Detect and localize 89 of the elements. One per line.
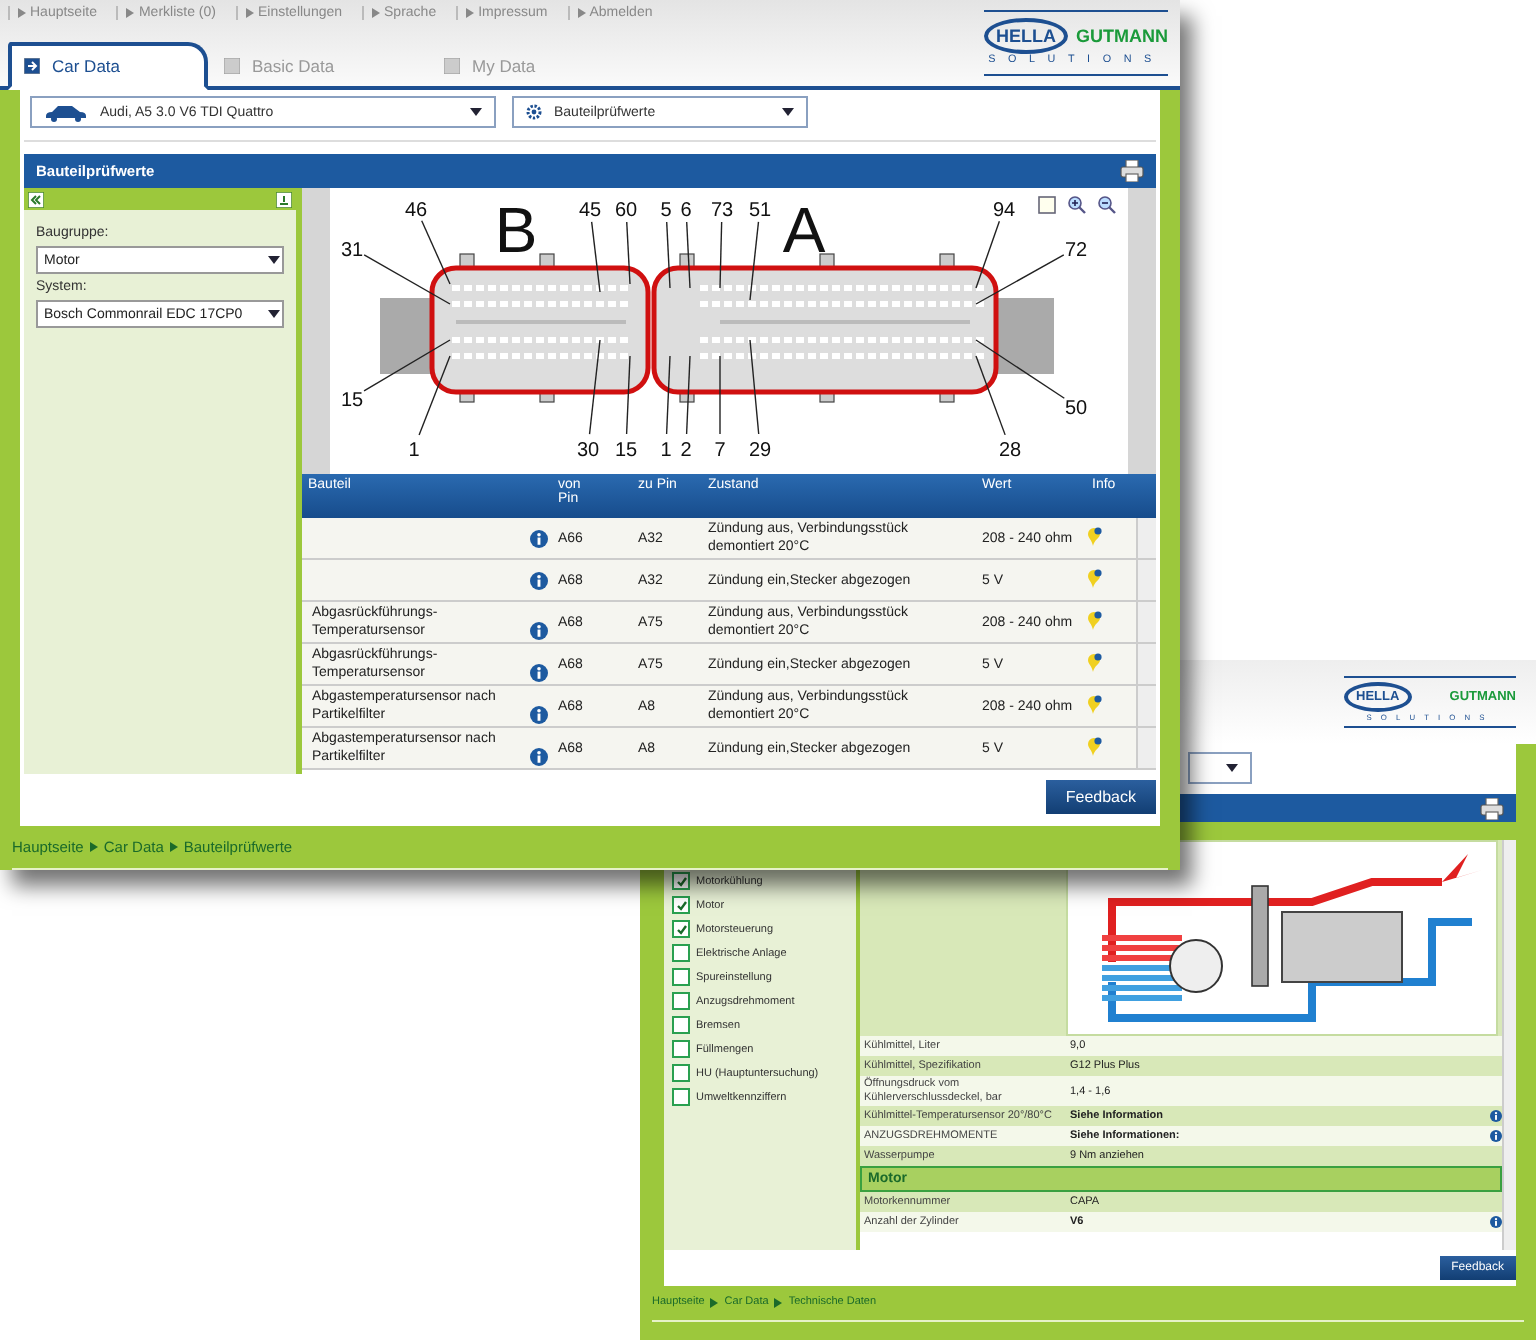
checkbox[interactable]	[672, 872, 690, 890]
tab[interactable]: Car Data	[8, 42, 208, 90]
pin-label: 15	[614, 440, 638, 462]
info-pin-icon[interactable]	[1086, 526, 1104, 546]
print-icon[interactable]	[1480, 797, 1504, 819]
arrow-icon	[372, 7, 381, 17]
pin-label: 1	[408, 440, 420, 462]
leader-line	[588, 339, 601, 435]
checkbox[interactable]	[672, 920, 690, 938]
leader-line	[625, 355, 631, 435]
zoom-out-icon[interactable]	[1098, 196, 1116, 214]
leader-line	[719, 355, 721, 435]
leader-line	[665, 355, 671, 435]
plug-label: A	[782, 194, 826, 266]
pin-label: 94	[992, 200, 1016, 222]
info-icon	[1490, 1216, 1502, 1228]
pin-icon[interactable]	[276, 191, 292, 207]
arrow-icon	[577, 7, 586, 17]
pin-label: 28	[998, 440, 1022, 462]
info-pin-icon[interactable]	[1086, 736, 1104, 756]
checkbox[interactable]	[672, 992, 690, 1010]
pin-label: 46	[404, 200, 428, 222]
logo-wordmark: GUTMANN	[1076, 25, 1168, 46]
leader-line	[686, 221, 691, 289]
caret-icon	[470, 108, 482, 116]
pin-label: 5	[660, 200, 672, 222]
car-icon	[44, 103, 88, 121]
collapse-icon[interactable]	[28, 191, 44, 207]
arrow-icon	[126, 7, 135, 17]
pin-label: 1	[660, 440, 672, 462]
leader-line	[749, 339, 760, 435]
pin-label: 15	[340, 390, 364, 412]
checkbox[interactable]	[672, 944, 690, 962]
arrow-icon	[89, 842, 98, 852]
info-icon	[1490, 1130, 1502, 1142]
leader-line	[626, 221, 631, 285]
leader-line	[719, 221, 723, 289]
pin-label: 73	[710, 200, 734, 222]
info-icon	[530, 748, 548, 766]
checkbox[interactable]	[672, 1088, 690, 1106]
pin-label: 72	[1064, 240, 1088, 262]
info-pin-icon[interactable]	[1086, 694, 1104, 714]
checkbox[interactable]	[672, 1016, 690, 1034]
info-icon	[530, 571, 548, 589]
leader-line	[685, 355, 691, 435]
fit-icon[interactable]	[1038, 196, 1056, 214]
pin-label: 50	[1064, 398, 1088, 420]
arrow-icon	[466, 7, 475, 17]
leader-line	[590, 221, 601, 293]
info-pin-icon[interactable]	[1086, 610, 1104, 630]
dropdown[interactable]	[1188, 752, 1252, 784]
pin-label: 51	[748, 200, 772, 222]
leader-line	[749, 221, 760, 301]
arrow-square-icon	[24, 58, 40, 74]
pin-label: 29	[748, 440, 772, 462]
caret-icon	[1226, 764, 1238, 772]
caret-icon	[268, 256, 280, 264]
arrow-icon	[169, 842, 178, 852]
info-icon	[530, 664, 548, 682]
print-icon[interactable]	[1120, 160, 1144, 182]
info-icon	[1490, 1110, 1502, 1122]
pin-label: 30	[576, 440, 600, 462]
pin-label: 7	[714, 440, 726, 462]
gear-icon	[526, 104, 542, 120]
pin-label: 31	[340, 240, 364, 262]
arrow-icon	[774, 1297, 783, 1307]
arrow-icon	[18, 7, 26, 17]
info-icon	[530, 529, 548, 547]
info-pin-icon[interactable]	[1086, 652, 1104, 672]
caret-icon	[268, 310, 280, 318]
pin-label: 60	[614, 200, 638, 222]
leader-line	[666, 221, 671, 289]
logo-mark: HELLA	[984, 17, 1068, 54]
zoom-in-icon[interactable]	[1068, 196, 1086, 214]
info-icon	[530, 706, 548, 724]
caret-icon	[782, 108, 794, 116]
checkbox[interactable]	[672, 896, 690, 914]
checkbox[interactable]	[672, 1040, 690, 1058]
pin-label: 2	[680, 440, 692, 462]
arrow-icon	[710, 1297, 719, 1307]
pin-label: 6	[680, 200, 692, 222]
checkbox[interactable]	[672, 1064, 690, 1082]
checkbox[interactable]	[672, 968, 690, 986]
pin-label: 45	[578, 200, 602, 222]
info-pin-icon[interactable]	[1086, 568, 1104, 588]
feedback-button[interactable]: Feedback	[1045, 780, 1156, 814]
info-icon	[530, 622, 548, 640]
plug-label: B	[494, 194, 538, 266]
arrow-icon	[245, 7, 254, 17]
